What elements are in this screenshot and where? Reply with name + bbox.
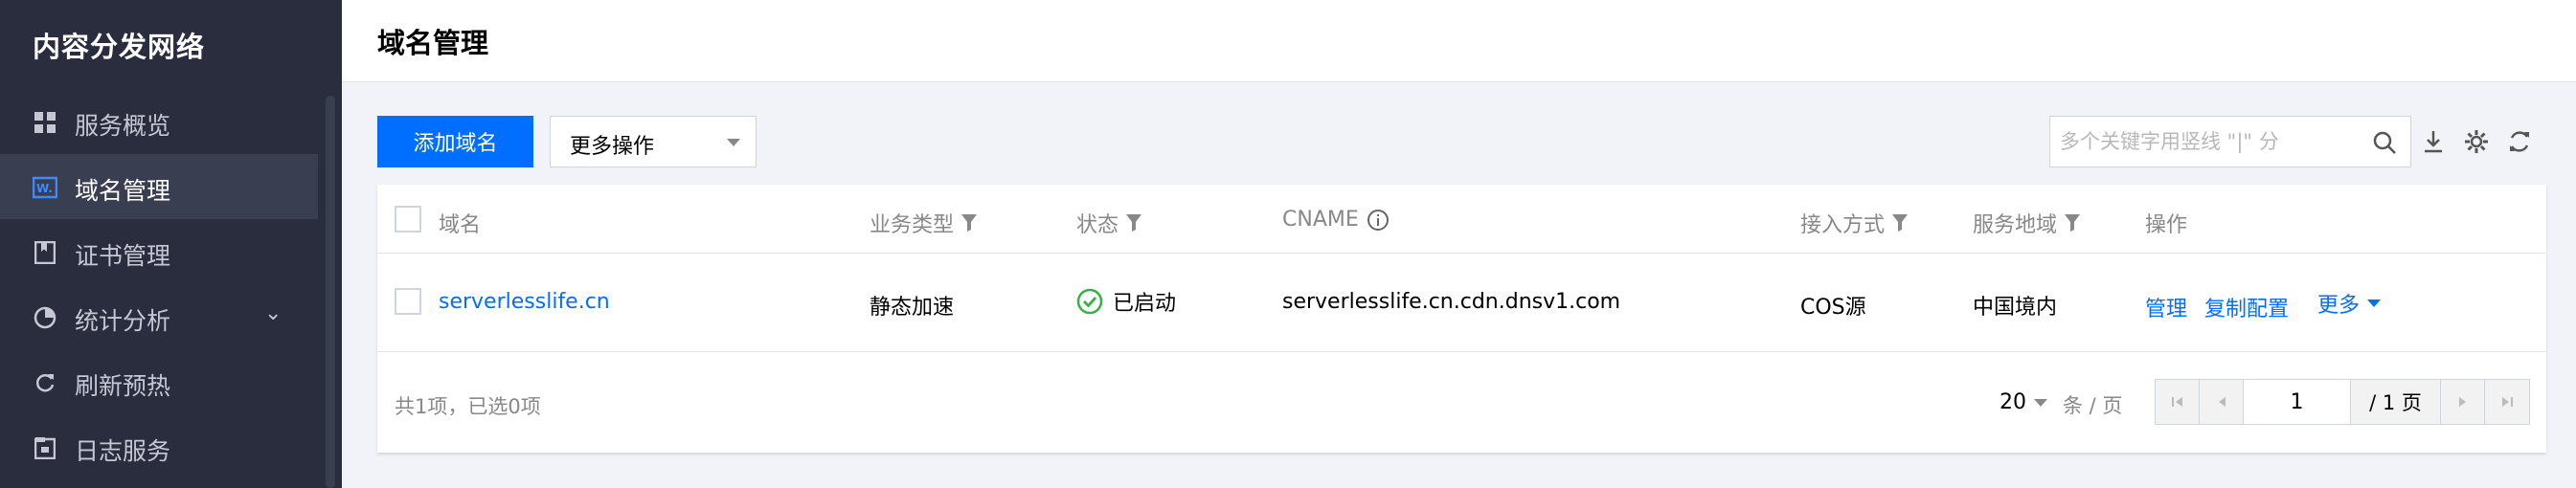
page-number-input[interactable]: 1 <box>2244 380 2351 424</box>
refresh-icon <box>33 370 57 395</box>
page-title: 域名管理 <box>377 27 489 59</box>
column-cname: CNAME <box>1282 208 1390 232</box>
page-size-unit: 条 / 页 <box>2063 394 2123 417</box>
caret-down-icon <box>2367 299 2382 307</box>
column-label: 操作 <box>2145 213 2188 237</box>
search-icon[interactable] <box>2372 130 2397 159</box>
service-region-cell: 中国境内 <box>1973 296 2058 320</box>
column-business-type[interactable]: 业务类型 <box>870 208 978 238</box>
filter-icon[interactable] <box>1892 214 1909 232</box>
cname-cell: serverlesslife.cn.cdn.dnsv1.com <box>1282 290 1621 314</box>
table-header: 域名 业务类型 状态 CNAME 接入方式 服务地域 操作 <box>377 185 2546 254</box>
copy-config-link[interactable]: 复制配置 <box>2204 292 2289 322</box>
sidebar-item-label: 域名管理 <box>75 177 171 205</box>
sidebar-item-statistics[interactable]: 统计分析 ⌄ <box>0 284 318 349</box>
page-total: / 1 页 <box>2351 380 2441 424</box>
page-size-select[interactable]: 20 <box>2000 390 2047 414</box>
info-icon[interactable] <box>1367 209 1390 232</box>
column-status[interactable]: 状态 <box>1076 208 1142 238</box>
caret-down-icon <box>2034 398 2047 407</box>
row-checkbox[interactable] <box>395 288 421 315</box>
log-icon <box>33 435 57 460</box>
page-header: 域名管理 <box>342 0 2576 82</box>
column-label: 状态 <box>1076 213 1119 237</box>
column-operations: 操作 <box>2145 208 2187 238</box>
check-circle-icon <box>1076 288 1103 315</box>
pie-chart-icon <box>33 305 57 330</box>
column-label: 接入方式 <box>1800 213 1886 237</box>
filter-icon[interactable] <box>961 214 978 232</box>
sidebar-item-refresh-prefetch[interactable]: 刷新预热 <box>0 349 318 414</box>
search-box[interactable] <box>2049 116 2411 167</box>
sidebar-item-label: 统计分析 <box>75 307 171 335</box>
domain-table: 域名 业务类型 状态 CNAME 接入方式 服务地域 操作 serverless… <box>377 185 2546 453</box>
last-page-icon[interactable] <box>2485 380 2529 424</box>
next-page-icon[interactable] <box>2441 380 2485 424</box>
status-text: 已启动 <box>1113 292 1177 316</box>
page-size-value: 20 <box>2000 390 2026 414</box>
download-icon[interactable] <box>2420 128 2447 155</box>
status-cell: 已启动 <box>1076 286 1176 317</box>
sidebar-item-domain-management[interactable]: W. 域名管理 <box>0 154 318 219</box>
filter-icon[interactable] <box>2065 214 2081 232</box>
more-actions-dropdown[interactable]: 更多 <box>2317 288 2382 319</box>
more-label: 更多 <box>2317 294 2361 318</box>
column-label: 业务类型 <box>870 213 955 237</box>
column-label: 域名 <box>439 213 482 237</box>
access-method-cell: COS源 <box>1800 296 1866 320</box>
domain-icon: W. <box>33 175 57 200</box>
column-domain: 域名 <box>439 208 481 238</box>
search-input[interactable] <box>2060 126 2357 157</box>
selection-summary: 共1项，已选0项 <box>395 395 541 418</box>
sidebar-item-overview[interactable]: 服务概览 <box>0 89 318 154</box>
select-all-checkbox[interactable] <box>395 206 421 233</box>
sidebar-item-label: 服务概览 <box>75 112 171 140</box>
column-service-region[interactable]: 服务地域 <box>1973 208 2081 238</box>
sidebar-item-logs[interactable]: 日志服务 <box>0 414 318 479</box>
sidebar-item-certificates[interactable]: 证书管理 <box>0 219 318 284</box>
filter-icon[interactable] <box>1126 214 1142 232</box>
more-operations-label: 更多操作 <box>570 135 655 159</box>
column-label: 服务地域 <box>1973 213 2058 237</box>
sidebar-item-label: 日志服务 <box>75 437 171 465</box>
previous-page-icon[interactable] <box>2200 380 2244 424</box>
table-footer: 共1项，已选0项 20 条 / 页 1 / 1 页 <box>377 352 2546 453</box>
sidebar-scrollbar[interactable] <box>326 96 335 488</box>
chevron-down-icon: ⌄ <box>264 301 282 325</box>
table-row: serverlesslife.cn 静态加速 已启动 serverlesslif… <box>377 254 2546 352</box>
certificate-icon <box>33 240 57 265</box>
domain-link[interactable]: serverlesslife.cn <box>439 290 610 314</box>
sidebar-item-label: 证书管理 <box>75 242 171 270</box>
sidebar: 内容分发网络 服务概览 W. 域名管理 证书管理 统计分析 ⌄ 刷新预热 日志服… <box>0 0 342 488</box>
sidebar-item-label: 刷新预热 <box>75 372 171 400</box>
more-operations-select[interactable]: 更多操作 <box>550 116 757 167</box>
first-page-icon[interactable] <box>2156 380 2200 424</box>
svg-text:W.: W. <box>36 182 53 195</box>
manage-link[interactable]: 管理 <box>2145 292 2187 322</box>
add-domain-button[interactable]: 添加域名 <box>377 116 533 167</box>
business-type-cell: 静态加速 <box>870 296 955 320</box>
sidebar-nav: 服务概览 W. 域名管理 证书管理 统计分析 ⌄ 刷新预热 日志服务 <box>0 89 318 479</box>
refresh-icon[interactable] <box>2506 128 2533 155</box>
settings-icon[interactable] <box>2463 128 2490 155</box>
caret-down-icon <box>727 139 740 146</box>
column-access-method[interactable]: 接入方式 <box>1800 208 1909 238</box>
pagination: 1 / 1 页 <box>2155 379 2530 425</box>
grid-icon <box>33 110 57 135</box>
product-title: 内容分发网络 <box>33 31 206 63</box>
column-label: CNAME <box>1282 208 1359 232</box>
